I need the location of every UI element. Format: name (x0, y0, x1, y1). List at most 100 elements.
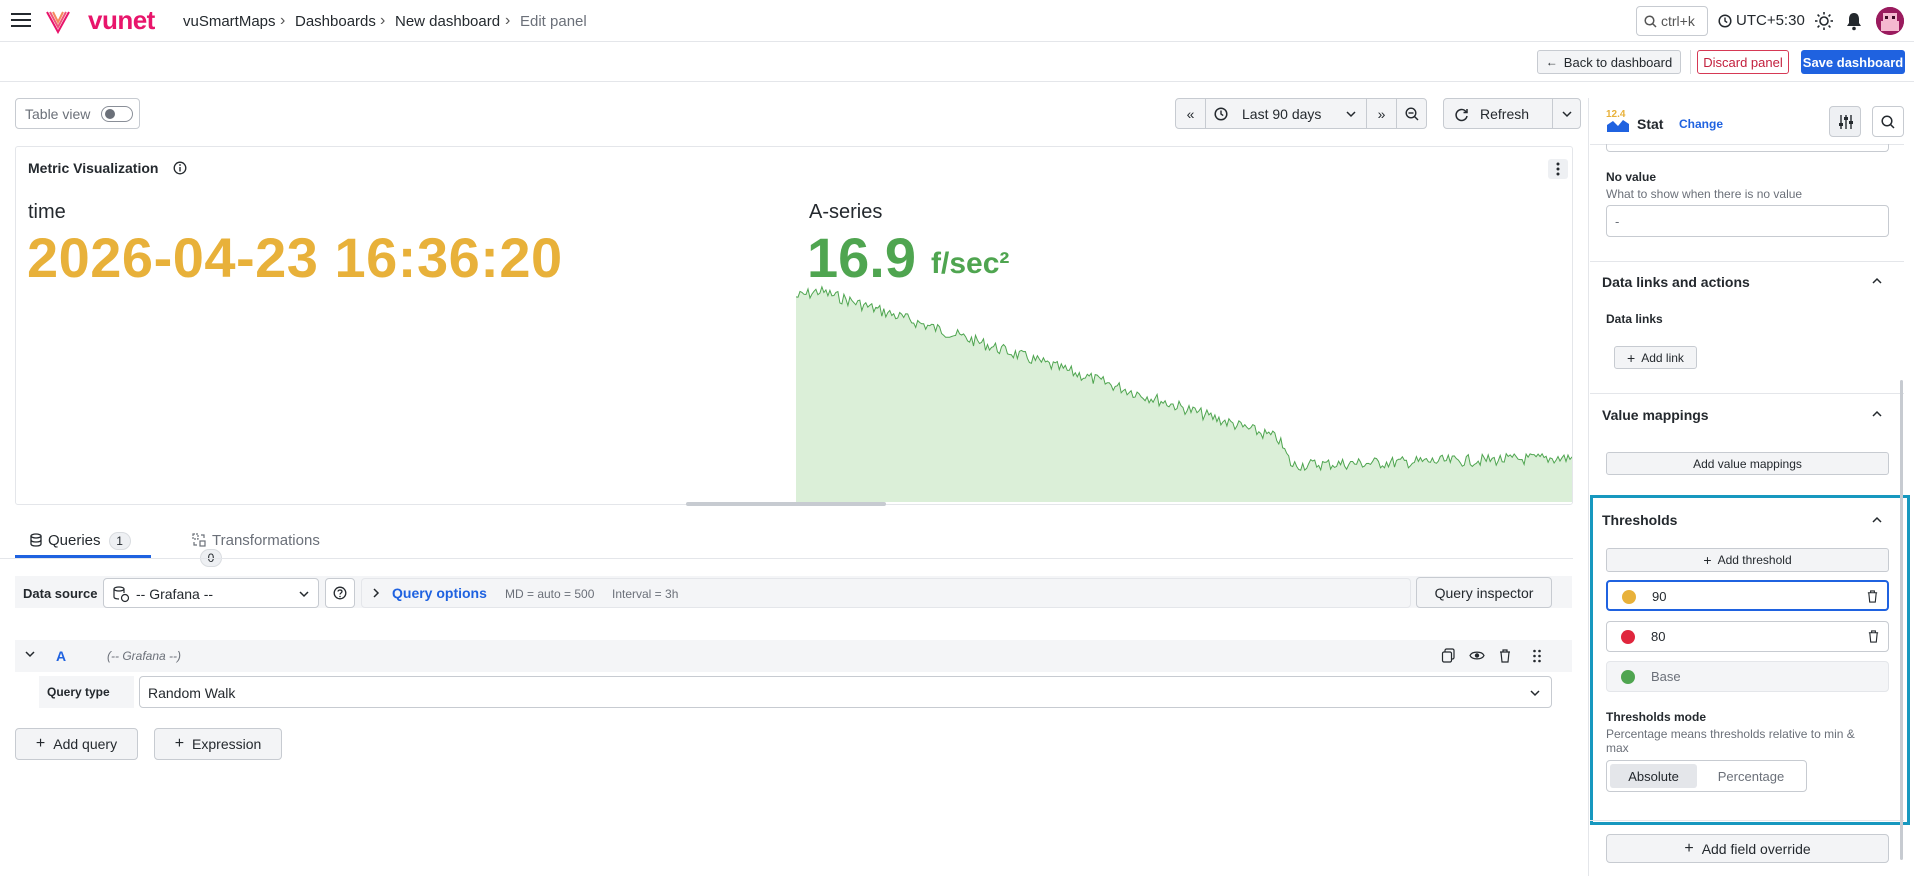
discard-panel-button[interactable]: Discard panel (1697, 50, 1789, 74)
add-threshold-button[interactable]: + Add threshold (1606, 548, 1889, 572)
chevron-up-icon[interactable] (1872, 277, 1882, 285)
threshold-value[interactable]: 90 (1652, 589, 1666, 604)
svg-text:12.4: 12.4 (1606, 109, 1626, 120)
search-input[interactable]: ctrl+k (1636, 6, 1708, 36)
value-mappings-section-title[interactable]: Value mappings (1602, 407, 1709, 423)
trash-icon[interactable] (1867, 629, 1880, 643)
options-filter-button[interactable] (1829, 106, 1861, 137)
time-shift-forward-button[interactable]: » (1366, 98, 1397, 129)
data-links-subtitle: Data links (1606, 312, 1663, 326)
threshold-row[interactable]: 80 (1606, 621, 1889, 652)
drag-handle-icon[interactable] (1532, 648, 1542, 664)
add-threshold-label: Add threshold (1717, 553, 1792, 567)
query-inspector-button[interactable]: Query inspector (1416, 577, 1552, 608)
divider (1590, 393, 1904, 394)
chevron-up-icon[interactable] (1872, 516, 1882, 524)
add-expression-button[interactable]: + Expression (154, 728, 282, 760)
plus-icon: + (174, 735, 185, 752)
stat-series-unit: f/sec² (931, 247, 1010, 280)
kebab-icon (1556, 162, 1560, 176)
top-bar: vunet vuSmartMaps › Dashboards › New das… (0, 0, 1914, 42)
info-icon[interactable] (173, 161, 187, 175)
change-viz-link[interactable]: Change (1679, 117, 1723, 131)
eye-icon[interactable] (1469, 649, 1485, 662)
query-options-interval: Interval = 3h (612, 587, 679, 601)
tab-queries[interactable]: Queries 1 (15, 524, 151, 558)
bell-icon[interactable] (1845, 11, 1863, 31)
threshold-color-dot[interactable] (1621, 630, 1635, 644)
toggle-switch[interactable] (101, 106, 133, 122)
threshold-color-dot[interactable] (1621, 670, 1635, 684)
add-link-button[interactable]: + Add link (1614, 346, 1697, 369)
breadcrumb-dashboards[interactable]: Dashboards (295, 13, 376, 30)
zoom-out-button[interactable] (1396, 98, 1427, 129)
add-query-button[interactable]: + Add query (15, 728, 138, 760)
breadcrumb-separator: › (505, 12, 511, 29)
threshold-value[interactable]: 80 (1651, 629, 1665, 644)
breadcrumb-separator: › (380, 12, 386, 29)
chevron-up-icon[interactable] (1872, 410, 1882, 418)
thresholds-mode-description: Percentage means thresholds relative to … (1606, 727, 1855, 755)
threshold-row[interactable]: 90 (1606, 580, 1889, 611)
query-datasource-name: (-- Grafana --) (107, 649, 182, 663)
save-dashboard-button[interactable]: Save dashboard (1801, 50, 1905, 74)
options-search-button[interactable] (1872, 106, 1904, 137)
data-source-help-button[interactable] (325, 578, 355, 608)
add-link-label: Add link (1641, 350, 1684, 365)
chevron-down-icon (1346, 110, 1356, 118)
viz-type-label: Stat (1637, 116, 1664, 132)
thresholds-mode-radio-group: Absolute Percentage (1606, 760, 1807, 792)
trash-icon[interactable] (1498, 648, 1512, 663)
question-icon (333, 586, 347, 600)
options-scrollbar[interactable] (1900, 380, 1903, 860)
menu-icon[interactable] (10, 11, 34, 31)
no-value-input[interactable]: - (1606, 205, 1889, 237)
time-shift-back-button[interactable]: « (1175, 98, 1206, 129)
refresh-interval-dropdown[interactable] (1552, 98, 1581, 129)
mode-percentage-option[interactable]: Percentage (1699, 764, 1803, 788)
panel-menu-button[interactable] (1548, 159, 1568, 179)
query-type-value: Random Walk (148, 685, 236, 701)
query-letter[interactable]: A (56, 648, 66, 664)
thresholds-mode-title: Thresholds mode (1606, 710, 1707, 724)
data-links-section-title[interactable]: Data links and actions (1602, 274, 1750, 290)
avatar[interactable] (1876, 7, 1904, 35)
tab-transformations[interactable]: Transformations0 (168, 524, 328, 567)
add-value-mappings-button[interactable]: Add value mappings (1606, 452, 1889, 475)
data-source-select[interactable]: -- Grafana -- (103, 578, 319, 608)
query-options-label[interactable]: Query options (392, 585, 487, 601)
threshold-value: Base (1651, 669, 1681, 684)
breadcrumb-vusmartmaps[interactable]: vuSmartMaps (183, 13, 276, 30)
time-range-picker[interactable]: Last 90 days (1205, 98, 1367, 129)
sparkline (796, 285, 1572, 502)
duplicate-icon[interactable] (1441, 648, 1456, 663)
collapse-chevron-icon[interactable] (25, 650, 35, 658)
clock-icon (1718, 14, 1732, 28)
logo-icon (45, 8, 71, 34)
logo-text: vunet (88, 5, 155, 35)
no-value-title: No value (1606, 170, 1657, 184)
add-field-override-button[interactable]: + Add field override (1606, 834, 1889, 863)
back-to-dashboard-button[interactable]: ← Back to dashboard (1537, 50, 1681, 74)
stat-viz-icon: 12.4 (1606, 108, 1630, 134)
chevron-down-icon (299, 590, 309, 598)
query-type-select[interactable]: Random Walk (139, 676, 1552, 708)
double-chevron-right-icon: » (1377, 105, 1386, 122)
threshold-color-dot[interactable] (1622, 590, 1636, 604)
timezone-label[interactable]: UTC+5:30 (1736, 12, 1805, 29)
trash-icon[interactable] (1866, 589, 1879, 603)
refresh-button[interactable]: Refresh (1443, 98, 1553, 129)
tabs-divider (0, 558, 1573, 559)
horizontal-scrollbar[interactable] (686, 502, 886, 506)
table-view-label: Table view (25, 106, 91, 122)
queries-count-badge: 1 (108, 532, 131, 550)
edit-toolbar: ← Back to dashboard Discard panel Save d… (0, 42, 1914, 82)
toggle-knob (105, 109, 115, 119)
table-view-toggle[interactable]: Table view (15, 98, 140, 129)
sun-icon[interactable] (1814, 11, 1834, 31)
breadcrumb-new-dashboard[interactable]: New dashboard (395, 13, 500, 30)
thresholds-section-title[interactable]: Thresholds (1602, 512, 1677, 528)
refresh-icon (1454, 107, 1469, 122)
no-value-description: What to show when there is no value (1606, 187, 1803, 201)
mode-absolute-option[interactable]: Absolute (1610, 764, 1697, 788)
